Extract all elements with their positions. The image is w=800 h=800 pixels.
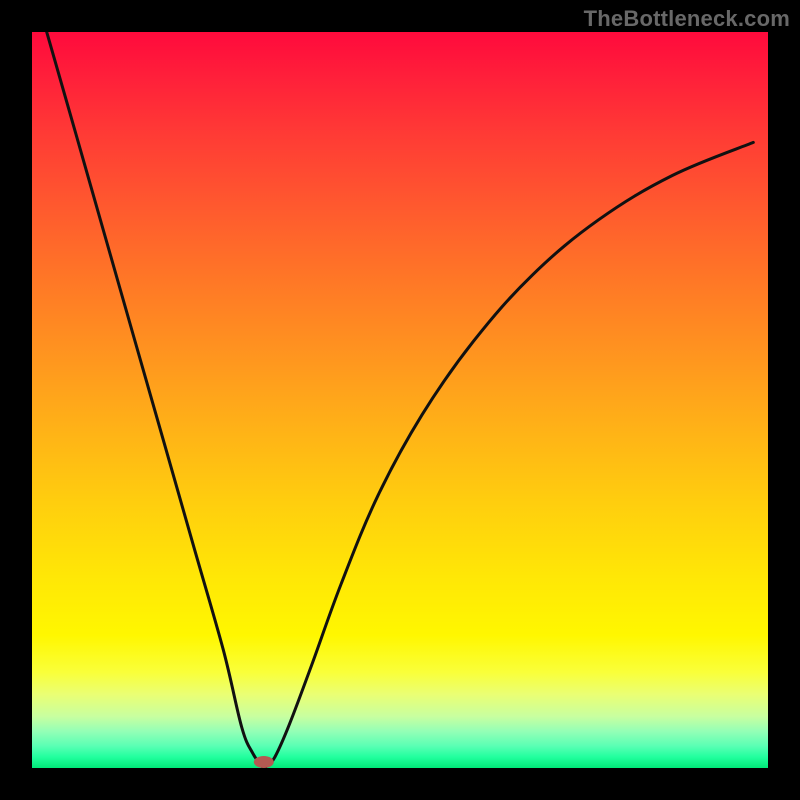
- chart-frame: TheBottleneck.com: [0, 0, 800, 800]
- curve-layer: [32, 32, 768, 768]
- watermark-text: TheBottleneck.com: [584, 6, 790, 32]
- optimum-marker: [254, 756, 274, 768]
- plot-area: [32, 32, 768, 768]
- bottleneck-curve: [47, 32, 754, 768]
